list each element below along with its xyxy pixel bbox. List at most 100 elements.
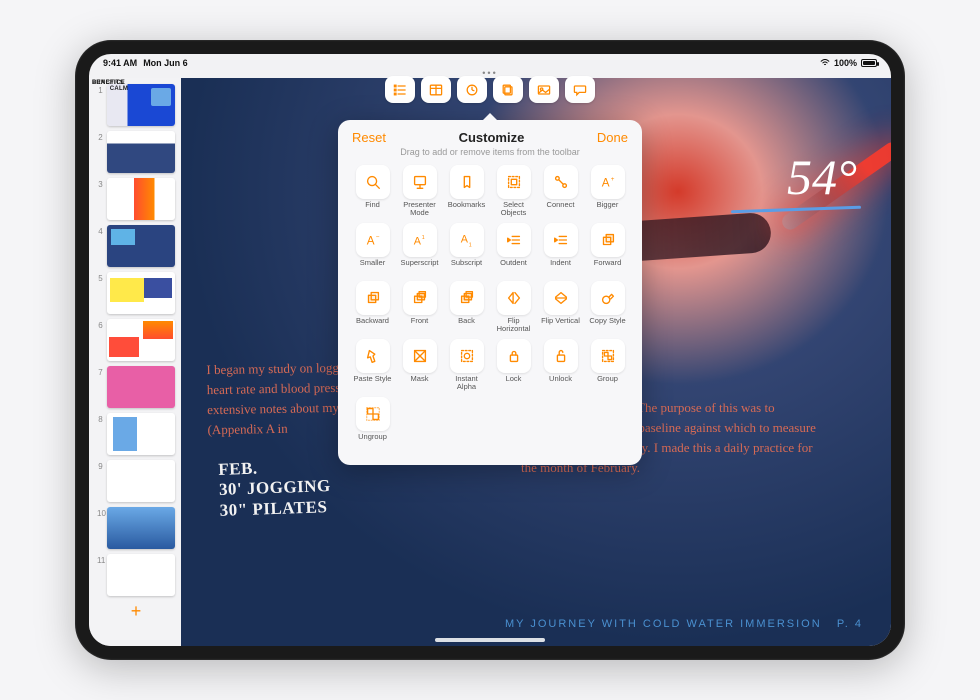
tool-ungroup[interactable]: Ungroup [352, 397, 393, 451]
tool-label: Outdent [500, 259, 527, 277]
tool-label: Lock [506, 375, 522, 393]
tool-outdent[interactable]: Outdent [493, 223, 534, 277]
slide-thumbnail[interactable]: 3 [97, 178, 175, 220]
tool-subscript[interactable]: A1Subscript [446, 223, 487, 277]
slide-navigator-sidebar[interactable]: 1CALM 2BENEFITS 3 4 5 6 7 8 9 10 11PRACTICE + [89, 78, 181, 646]
slide-thumbnail[interactable]: 8 [97, 413, 175, 455]
smaller-icon: A− [356, 223, 390, 257]
tool-superscript[interactable]: A1 Superscript [399, 223, 440, 277]
tool-copystyle[interactable]: Copy Style [587, 281, 628, 335]
slide-thumbnail[interactable]: 1CALM [97, 84, 175, 126]
slide-preview [107, 460, 175, 502]
tool-label: Bigger [597, 201, 619, 219]
app-content-area: 1CALM 2BENEFITS 3 4 5 6 7 8 9 10 11PRACTICE + 54° I… [89, 72, 891, 646]
forward-icon [591, 223, 625, 257]
svg-text:A: A [601, 177, 609, 190]
ungroup-icon [356, 397, 390, 431]
slide-thumbnail[interactable]: 10 [97, 507, 175, 549]
mask-icon [403, 339, 437, 373]
ipad-device-frame: 9:41 AM Mon Jun 6 100% ••• 1CALM2BENEF [75, 40, 905, 660]
tool-bigger[interactable]: A+Bigger [587, 165, 628, 219]
slide-number: 7 [97, 366, 103, 377]
connect-icon [544, 165, 578, 199]
tool-group[interactable]: Group [587, 339, 628, 393]
copystyle-icon [591, 281, 625, 315]
tool-label: Forward [594, 259, 622, 277]
slide-number: 6 [97, 319, 103, 330]
tool-indent[interactable]: Indent [540, 223, 581, 277]
svg-text:1: 1 [421, 235, 424, 241]
tool-label: Back [458, 317, 475, 335]
alpha-icon [450, 339, 484, 373]
slide-thumbnail[interactable]: 11PRACTICE [97, 554, 175, 596]
slide-thumbnail[interactable]: 9 [97, 460, 175, 502]
tool-label: Unlock [549, 375, 572, 393]
wifi-icon [820, 59, 830, 67]
toolbar-table-button[interactable] [421, 76, 451, 103]
tool-label: Paste Style [354, 375, 392, 393]
tool-label: Connect [547, 201, 575, 219]
status-time: 9:41 AM [103, 58, 137, 68]
slide-preview [107, 225, 175, 267]
tool-label: Backward [356, 317, 389, 335]
slide-thumbnail[interactable]: 2BENEFITS [97, 131, 175, 173]
temperature-heading: 54° [775, 148, 858, 206]
tool-label: Group [597, 375, 618, 393]
tool-presenter[interactable]: Presenter Mode [399, 165, 440, 219]
add-slide-button[interactable]: + [97, 601, 175, 622]
unlock-icon [544, 339, 578, 373]
toolbar-copy-button[interactable] [493, 76, 523, 103]
done-button[interactable]: Done [597, 130, 628, 145]
slide-preview [107, 319, 175, 361]
tool-front[interactable]: Front [399, 281, 440, 335]
tool-flipv[interactable]: Flip Vertical [540, 281, 581, 335]
tool-forward[interactable]: Forward [587, 223, 628, 277]
front-icon [403, 281, 437, 315]
tool-back[interactable]: Back [446, 281, 487, 335]
tool-label: Ungroup [358, 433, 387, 451]
svg-text:A: A [413, 236, 421, 248]
slide-preview [107, 178, 175, 220]
slide-thumbnail[interactable]: 6 [97, 319, 175, 361]
tool-mask[interactable]: Mask [399, 339, 440, 393]
slide-thumbnail[interactable]: 4 [97, 225, 175, 267]
slide-preview [107, 507, 175, 549]
slide-number: 2 [97, 131, 103, 142]
tool-label: Superscript [401, 259, 439, 277]
search-icon [356, 165, 390, 199]
toolbar-comment-button[interactable] [565, 76, 595, 103]
slide-number: 10 [97, 507, 103, 518]
group-icon [591, 339, 625, 373]
tool-label: Presenter Mode [399, 201, 440, 219]
superscript-icon: A1 [403, 223, 437, 257]
toolbar-image-button[interactable] [529, 76, 559, 103]
slide-preview [107, 272, 175, 314]
slide-number: 4 [97, 225, 103, 236]
reset-button[interactable]: Reset [352, 130, 386, 145]
slide-number: 3 [97, 178, 103, 189]
tool-lock[interactable]: Lock [493, 339, 534, 393]
slide-number: 5 [97, 272, 103, 283]
tool-label: Flip Vertical [541, 317, 580, 335]
tool-label: Bookmarks [448, 201, 486, 219]
tool-fliph[interactable]: Flip Horizontal [493, 281, 534, 335]
tool-label: Indent [550, 259, 571, 277]
tool-label: Smaller [360, 259, 385, 277]
tool-unlock[interactable]: Unlock [540, 339, 581, 393]
tool-pastestyle[interactable]: Paste Style [352, 339, 393, 393]
tool-smaller[interactable]: A− Smaller [352, 223, 393, 277]
tool-alpha[interactable]: Instant Alpha [446, 339, 487, 393]
slide-preview [107, 413, 175, 455]
tool-connect[interactable]: Connect [540, 165, 581, 219]
toolbar-list-button[interactable] [385, 76, 415, 103]
tool-backward[interactable]: Backward [352, 281, 393, 335]
home-indicator[interactable] [435, 638, 545, 642]
slide-number: 9 [97, 460, 103, 471]
tool-select[interactable]: Select Objects [493, 165, 534, 219]
popover-subtitle: Drag to add or remove items from the too… [352, 147, 628, 157]
toolbar-clock-button[interactable] [457, 76, 487, 103]
tool-bookmark[interactable]: Bookmarks [446, 165, 487, 219]
slide-thumbnail[interactable]: 5 [97, 272, 175, 314]
tool-search[interactable]: Find [352, 165, 393, 219]
slide-thumbnail[interactable]: 7 [97, 366, 175, 408]
